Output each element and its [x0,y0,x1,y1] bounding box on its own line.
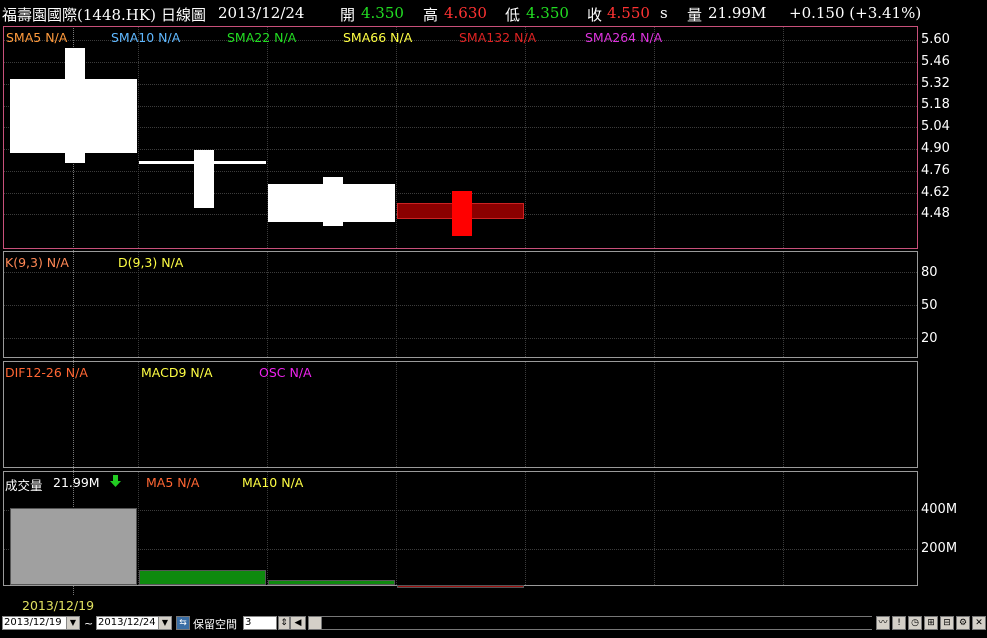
high-value: 4.630 [444,4,487,22]
chart-type: 日線圖 [161,6,207,24]
volume-bar [10,508,137,585]
volume-panel[interactable]: 成交量 21.99M MA5 N/A MA10 N/A [3,471,918,589]
open-value: 4.350 [361,4,404,22]
vol-ma5-label: MA5 N/A [146,475,200,490]
volume-current: 21.99M [53,475,100,490]
sma5-label: SMA5 N/A [6,30,68,45]
open-label: 開 [340,6,356,24]
stock-name: 福壽園國際(1448.HK) [2,6,156,24]
volume-tick: 400M [921,502,958,517]
k-label: K(9,3) N/A [5,255,69,270]
quote-date: 2013/12/24 [218,4,305,22]
chart-scrollbar[interactable] [322,616,872,630]
chevron-down-icon[interactable]: ▼ [66,617,79,629]
low-value: 4.350 [526,4,569,22]
d-label: D(9,3) N/A [118,255,184,270]
to-date-select[interactable]: 2013/12/24 ▼ [96,616,172,630]
candle-wick [322,176,343,227]
kd-tick: 50 [921,298,938,313]
dif-label: DIF12-26 N/A [5,365,88,380]
close-label: 收 [587,6,603,24]
close-icon[interactable]: ✕ [972,616,986,630]
clock-icon[interactable]: ◷ [908,616,922,630]
macd9-label: MACD9 N/A [141,365,213,380]
high-label: 高 [423,6,439,24]
scrollbar-left-button[interactable] [308,616,322,630]
osc-label: OSC N/A [259,365,312,380]
zoom-out-icon[interactable]: ⊟ [940,616,954,630]
sma264-label: SMA264 N/A [585,30,663,45]
price-tick: 5.32 [921,76,950,91]
candle-wick [193,150,214,208]
candle-wick [451,190,472,236]
from-date-select[interactable]: 2013/12/19 ▼ [2,616,80,630]
volume-bar [139,570,266,585]
volume-value: 21.99M [708,4,767,22]
date-range-separator: ~ [84,617,94,630]
price-panel[interactable]: SMA5 N/A SMA10 N/A SMA22 N/A SMA66 N/A S… [3,26,918,249]
sma132-label: SMA132 N/A [459,30,537,45]
settings-icon[interactable]: ⚙ [956,616,970,630]
kd-tick: 80 [921,265,938,280]
vol-ma10-label: MA10 N/A [242,475,304,490]
volume-bar [268,580,395,585]
candle-wick [64,47,85,163]
volume-tick: 200M [921,541,958,556]
price-tick: 4.48 [921,206,950,221]
price-tick: 5.18 [921,97,950,112]
spinner-icon[interactable]: ⇕ [278,616,290,630]
x-axis-date: 2013/12/19 [22,598,95,613]
kd-panel[interactable]: K(9,3) N/A D(9,3) N/A [3,251,918,358]
sma22-label: SMA22 N/A [227,30,297,45]
close-suffix: s [660,4,668,22]
zoom-in-icon[interactable]: ⊞ [924,616,938,630]
price-tick: 5.04 [921,119,950,134]
price-tick: 4.90 [921,141,950,156]
volume-title: 成交量 [5,478,43,493]
price-tick: 5.60 [921,32,950,47]
apply-range-icon[interactable]: ⇆ [176,616,190,630]
price-tick: 4.76 [921,163,950,178]
price-tick: 4.62 [921,185,950,200]
price-tick: 5.46 [921,54,950,69]
macd-panel[interactable]: DIF12-26 N/A MACD9 N/A OSC N/A [3,361,918,468]
from-date-value: 2013/12/19 [4,617,62,628]
pan-left-icon[interactable]: ◀ [290,616,306,630]
quote-header: 福壽園國際(1448.HK) 日線圖 2013/12/24 開 4.350 高 … [0,0,987,26]
chevron-down-icon[interactable]: ▼ [158,617,171,629]
change-value: +0.150 (+3.41%) [789,4,922,22]
alert-icon[interactable]: ! [892,616,906,630]
sma66-label: SMA66 N/A [343,30,413,45]
close-value: 4.550 [607,4,650,22]
to-date-value: 2013/12/24 [98,617,156,628]
reserve-space-label: 保留空間 [193,618,237,631]
volume-bar [397,585,524,589]
kd-tick: 20 [921,331,938,346]
sma10-label: SMA10 N/A [111,30,181,45]
line-chart-icon[interactable]: 〰 [876,616,890,630]
down-arrow-icon [110,475,121,491]
low-label: 低 [505,6,521,24]
reserve-space-input[interactable]: 3 [243,616,277,630]
reserve-space-value: 3 [245,617,252,628]
volume-label: 量 [687,6,703,24]
